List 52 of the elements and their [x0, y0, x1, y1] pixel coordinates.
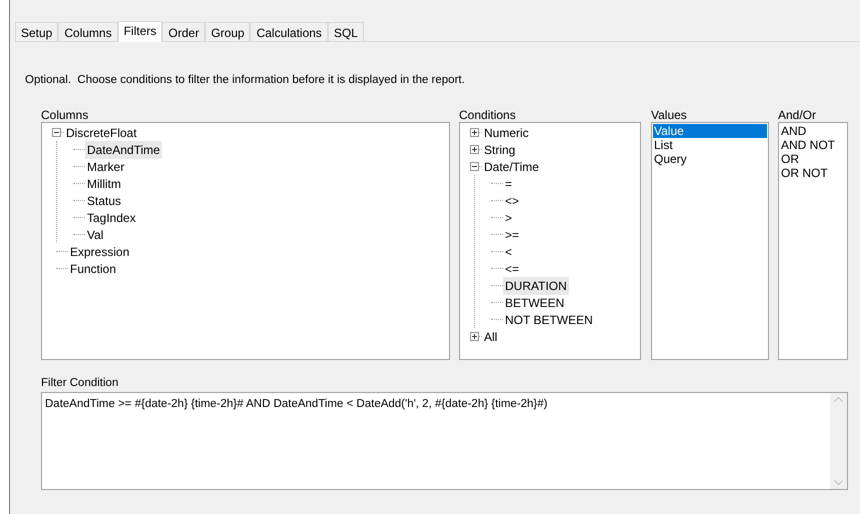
list-item[interactable]: Query — [653, 152, 767, 166]
and-or-list[interactable]: AND AND NOT OR OR NOT — [778, 122, 848, 360]
tab[interactable]: SQL — [328, 22, 364, 41]
list-item[interactable]: AND — [780, 124, 846, 138]
tree-item[interactable]: Status — [85, 192, 124, 210]
tree-item[interactable]: Millitm — [85, 174, 123, 193]
tree-item[interactable]: = — [503, 174, 514, 193]
list-item[interactable]: List — [653, 138, 767, 152]
tab[interactable]: Calculations — [250, 22, 328, 41]
columns-label: Columns — [41, 107, 90, 122]
tree-item[interactable]: TagIndex — [85, 208, 138, 227]
collapse-icon[interactable] — [52, 128, 61, 138]
expand-icon[interactable] — [470, 145, 479, 154]
conditions-label: Conditions — [459, 107, 517, 122]
tree-item[interactable]: <> — [503, 192, 522, 210]
tree-item[interactable]: NOT BETWEEN — [503, 310, 595, 329]
list-item[interactable]: OR NOT — [780, 166, 846, 180]
tab[interactable]: Order — [162, 22, 206, 41]
tree-item[interactable]: String — [482, 140, 518, 159]
list-item[interactable]: OR — [780, 152, 846, 166]
columns-tree[interactable]: DiscreteFloat DateAndTime Marker Millitm Status TagIndex Val Expression Function — [41, 122, 450, 360]
tree-item[interactable]: Function — [68, 260, 118, 278]
filter-condition-label: Filter Condition — [41, 376, 120, 392]
tab[interactable]: Setup — [15, 22, 58, 41]
tree-item[interactable]: > — [503, 208, 514, 227]
tree-item[interactable]: Numeric — [482, 124, 531, 142]
tree-item[interactable]: Val — [85, 226, 106, 244]
list-item[interactable]: AND NOT — [780, 138, 846, 152]
tree-item[interactable]: DateAndTime — [85, 140, 162, 159]
tab[interactable]: Columns — [58, 22, 118, 41]
values-label: Values — [651, 107, 688, 122]
tree-item[interactable]: <= — [503, 260, 522, 278]
tree-item[interactable]: Expression — [68, 242, 132, 261]
instructions-text: Optional. Choose conditions to filter the information before it is displayed in the report. — [25, 73, 466, 88]
tree-item[interactable]: DiscreteFloat — [64, 124, 139, 142]
values-list[interactable]: Value List Query — [651, 122, 769, 360]
filter-condition-field[interactable]: DateAndTime >= #{date-2h} {time-2h}# AND DateAndTime < DateAdd('h', 2, #{date-2h} {time-2h}#) — [41, 392, 848, 490]
tree-item[interactable]: < — [503, 242, 514, 261]
tree-item[interactable]: Date/Time — [482, 158, 541, 176]
expand-icon[interactable] — [470, 128, 479, 138]
and-or-label: And/Or — [778, 107, 818, 122]
tab[interactable]: Filters — [118, 21, 162, 42]
expand-icon[interactable] — [470, 332, 479, 342]
tree-item[interactable]: >= — [503, 226, 522, 244]
tree-item[interactable]: DURATION — [503, 276, 569, 295]
tree-item[interactable]: BETWEEN — [503, 294, 566, 312]
conditions-tree[interactable]: Numeric String Date/Time = <> > >= < <= DURATION BETWEEN NOT BETWEEN All — [459, 122, 641, 360]
tree-item[interactable]: Marker — [85, 158, 126, 176]
collapse-icon[interactable] — [470, 162, 479, 172]
tab[interactable]: Group — [205, 22, 250, 41]
list-item[interactable]: Value — [653, 124, 767, 138]
tree-item[interactable]: All — [482, 328, 500, 346]
